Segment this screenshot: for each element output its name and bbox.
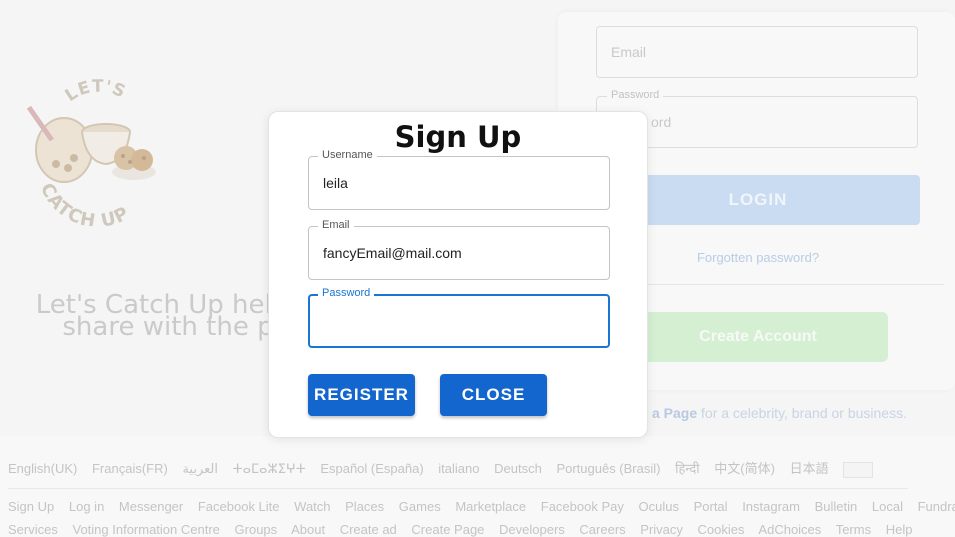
footer-link[interactable]: Fundraisers — [918, 499, 955, 514]
footer-link[interactable]: Watch — [294, 499, 330, 514]
login-password-label: Password — [607, 89, 664, 101]
language-link[interactable]: العربية — [182, 461, 218, 476]
svg-text:LET'S: LET'S — [62, 77, 129, 107]
footer-link[interactable]: Marketplace — [455, 499, 526, 514]
footer-link[interactable]: Privacy — [640, 522, 683, 537]
footer-link[interactable]: AdChoices — [758, 522, 821, 537]
password-field[interactable]: Password — [308, 287, 610, 348]
sign-up-modal: Sign Up Username leila Email fancyEmail@… — [268, 111, 648, 438]
footer-link[interactable]: Careers — [579, 522, 625, 537]
footer-divider — [8, 488, 908, 489]
footer-link[interactable]: Games — [399, 499, 441, 514]
create-page-link[interactable]: a Page — [652, 405, 697, 421]
footer-link[interactable]: Instagram — [742, 499, 800, 514]
footer-link[interactable]: About — [291, 522, 325, 537]
footer-link[interactable]: Voting Information Centre — [72, 522, 219, 537]
email-field[interactable]: Email fancyEmail@mail.com — [308, 219, 610, 280]
language-link[interactable]: Português (Brasil) — [556, 461, 660, 476]
footer-link[interactable]: Places — [345, 499, 384, 514]
language-link[interactable]: हिन्दी — [675, 461, 700, 476]
username-label: Username — [318, 149, 377, 161]
footer-link[interactable]: Services — [8, 522, 58, 537]
footer-link[interactable]: Facebook Pay — [541, 499, 624, 514]
footer-link[interactable]: Create Page — [411, 522, 484, 537]
footer-link[interactable]: Terms — [836, 522, 871, 537]
footer-link[interactable]: Help — [886, 522, 913, 537]
footer-link[interactable]: Bulletin — [815, 499, 858, 514]
email-label: Email — [318, 219, 354, 231]
language-link[interactable]: 日本語 — [790, 461, 829, 476]
footer-link[interactable]: Developers — [499, 522, 565, 537]
tagline: Let's Catch Up help share with the pe — [32, 292, 292, 342]
language-link[interactable]: 中文(简体) — [714, 461, 775, 476]
username-field[interactable]: Username leila — [308, 149, 610, 210]
footer-link[interactable]: Portal — [694, 499, 728, 514]
footer-link[interactable]: Create ad — [340, 522, 397, 537]
footer-link[interactable]: Facebook Lite — [198, 499, 280, 514]
footer-link[interactable]: Cookies — [698, 522, 745, 537]
lets-catch-up-logo: LET'S CATCH UP — [26, 77, 156, 226]
login-email-input[interactable]: Email — [596, 26, 918, 78]
tagline-line-2: share with the pe — [62, 312, 290, 342]
footer-link[interactable]: Messenger — [119, 499, 183, 514]
more-languages-button[interactable] — [843, 461, 874, 478]
password-label: Password — [318, 287, 375, 299]
language-link[interactable]: Deutsch — [494, 461, 542, 476]
footer-link[interactable]: Log in — [69, 499, 104, 514]
language-link[interactable]: Español (España) — [320, 461, 423, 476]
footer-link[interactable]: Oculus — [639, 499, 679, 514]
footer-links-row-1: Sign Up Log in Messenger Facebook Lite W… — [8, 499, 955, 514]
close-button[interactable]: CLOSE — [440, 374, 547, 416]
create-page-note: a Page for a celebrity, brand or busines… — [652, 405, 907, 421]
login-email-placeholder: Email — [611, 44, 647, 60]
email-value: fancyEmail@mail.com — [323, 245, 462, 261]
svg-text:CATCH UP: CATCH UP — [36, 180, 133, 226]
language-link[interactable]: italiano — [438, 461, 479, 476]
language-list: English(UK) Français(FR) العربية ⵜⴰⵎⴰⵣⵉⵖ… — [8, 458, 884, 478]
register-button[interactable]: REGISTER — [308, 374, 415, 416]
language-link[interactable]: English(UK) — [8, 461, 77, 476]
create-page-note-text: for a celebrity, brand or business. — [697, 405, 907, 421]
username-value: leila — [323, 175, 348, 191]
footer-links-row-2: Services Voting Information Centre Group… — [8, 522, 923, 537]
footer-link[interactable]: Sign Up — [8, 499, 54, 514]
footer-link[interactable]: Local — [872, 499, 903, 514]
footer-link[interactable]: Groups — [235, 522, 278, 537]
language-link[interactable]: ⵜⴰⵎⴰⵣⵉⵖⵜ — [233, 461, 306, 476]
language-link[interactable]: Français(FR) — [92, 461, 168, 476]
create-account-button[interactable]: Create Account — [628, 312, 888, 362]
